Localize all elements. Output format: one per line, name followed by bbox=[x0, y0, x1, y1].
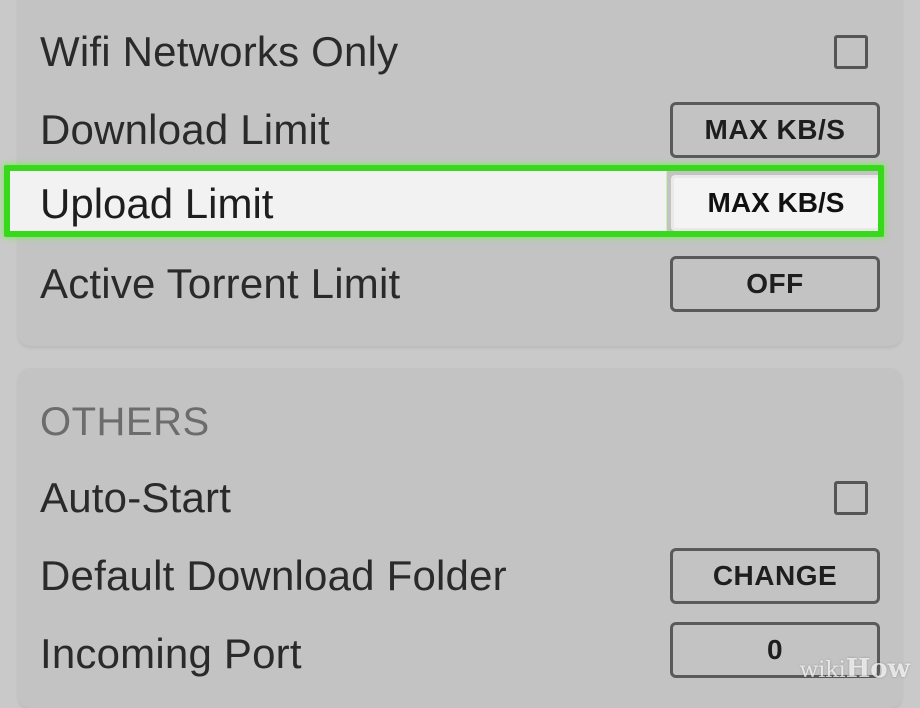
auto-start-row[interactable]: Auto-Start bbox=[0, 460, 920, 536]
auto-start-label: Auto-Start bbox=[40, 474, 232, 521]
wifi-networks-only-checkbox[interactable] bbox=[834, 35, 868, 69]
upload-limit-label: Upload Limit bbox=[40, 180, 274, 227]
active-torrent-limit-label: Active Torrent Limit bbox=[40, 260, 401, 307]
default-download-folder-row[interactable]: Default Download Folder CHANGE bbox=[0, 538, 920, 614]
wikihow-watermark: wikiHow bbox=[799, 654, 910, 684]
others-section-header: OTHERS bbox=[40, 400, 210, 444]
wifi-networks-only-row[interactable]: Wifi Networks Only bbox=[0, 14, 920, 90]
download-limit-row[interactable]: Download Limit MAX KB/S bbox=[0, 92, 920, 168]
change-folder-button[interactable]: CHANGE bbox=[670, 548, 880, 604]
incoming-port-row[interactable]: Incoming Port 0 bbox=[0, 616, 920, 692]
upload-limit-button[interactable]: MAX KB/S bbox=[671, 175, 881, 231]
download-limit-button[interactable]: MAX KB/S bbox=[670, 102, 880, 158]
active-torrent-limit-button[interactable]: OFF bbox=[670, 256, 880, 312]
download-limit-label: Download Limit bbox=[40, 106, 330, 153]
auto-start-checkbox[interactable] bbox=[834, 481, 868, 515]
default-download-folder-label: Default Download Folder bbox=[40, 552, 507, 599]
active-torrent-limit-row[interactable]: Active Torrent Limit OFF bbox=[0, 246, 920, 322]
incoming-port-label: Incoming Port bbox=[40, 630, 302, 677]
watermark-prefix: wiki bbox=[799, 658, 846, 683]
wifi-networks-only-label: Wifi Networks Only bbox=[40, 28, 399, 75]
watermark-suffix: How bbox=[845, 654, 910, 684]
